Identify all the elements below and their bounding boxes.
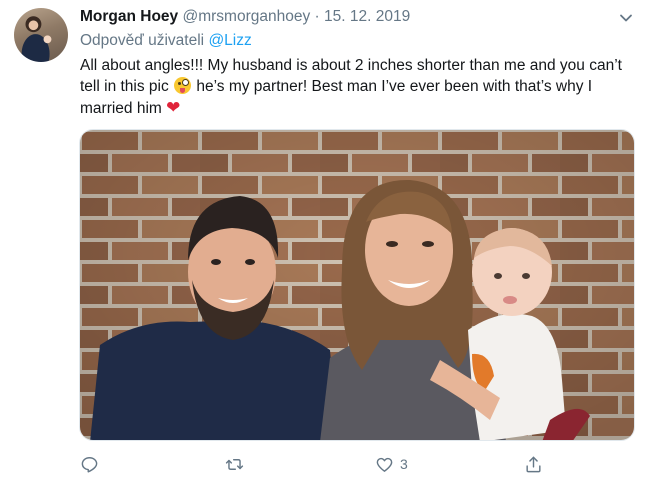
separator-dot: · bbox=[314, 8, 320, 25]
reply-button[interactable] bbox=[80, 452, 99, 476]
winking-tongue-face-emoji bbox=[174, 77, 192, 94]
tweet-text: All about angles!!! My husband is about … bbox=[80, 55, 640, 119]
tweet-actions: 3 bbox=[80, 452, 550, 476]
tweet-card[interactable]: Morgan Hoey @mrsmorganhoey · 15. 12. 201… bbox=[0, 0, 650, 484]
retweet-button[interactable] bbox=[225, 452, 244, 476]
display-name[interactable]: Morgan Hoey bbox=[80, 8, 178, 25]
tweet-date[interactable]: 15. 12. 2019 bbox=[324, 8, 410, 25]
heart-icon bbox=[376, 457, 393, 472]
avatar[interactable] bbox=[14, 8, 68, 62]
share-icon bbox=[526, 456, 541, 472]
red-heart-emoji: ❤ bbox=[166, 98, 181, 117]
tweet-photo[interactable] bbox=[79, 129, 635, 441]
chevron-down-icon[interactable] bbox=[619, 11, 633, 25]
reply-prefix: Odpověď uživateli bbox=[80, 32, 205, 49]
retweet-icon bbox=[225, 458, 244, 470]
like-count: 3 bbox=[400, 456, 408, 472]
user-handle[interactable]: @mrsmorganhoey bbox=[183, 8, 311, 25]
reply-context: Odpověď uživateli @Lizz bbox=[80, 31, 252, 51]
like-button[interactable]: 3 bbox=[375, 452, 408, 476]
photo-image bbox=[80, 130, 634, 440]
reply-icon bbox=[81, 456, 98, 472]
tweet-header: Morgan Hoey @mrsmorganhoey · 15. 12. 201… bbox=[80, 7, 410, 27]
reply-mention-link[interactable]: @Lizz bbox=[208, 32, 251, 49]
share-button[interactable] bbox=[524, 452, 543, 476]
